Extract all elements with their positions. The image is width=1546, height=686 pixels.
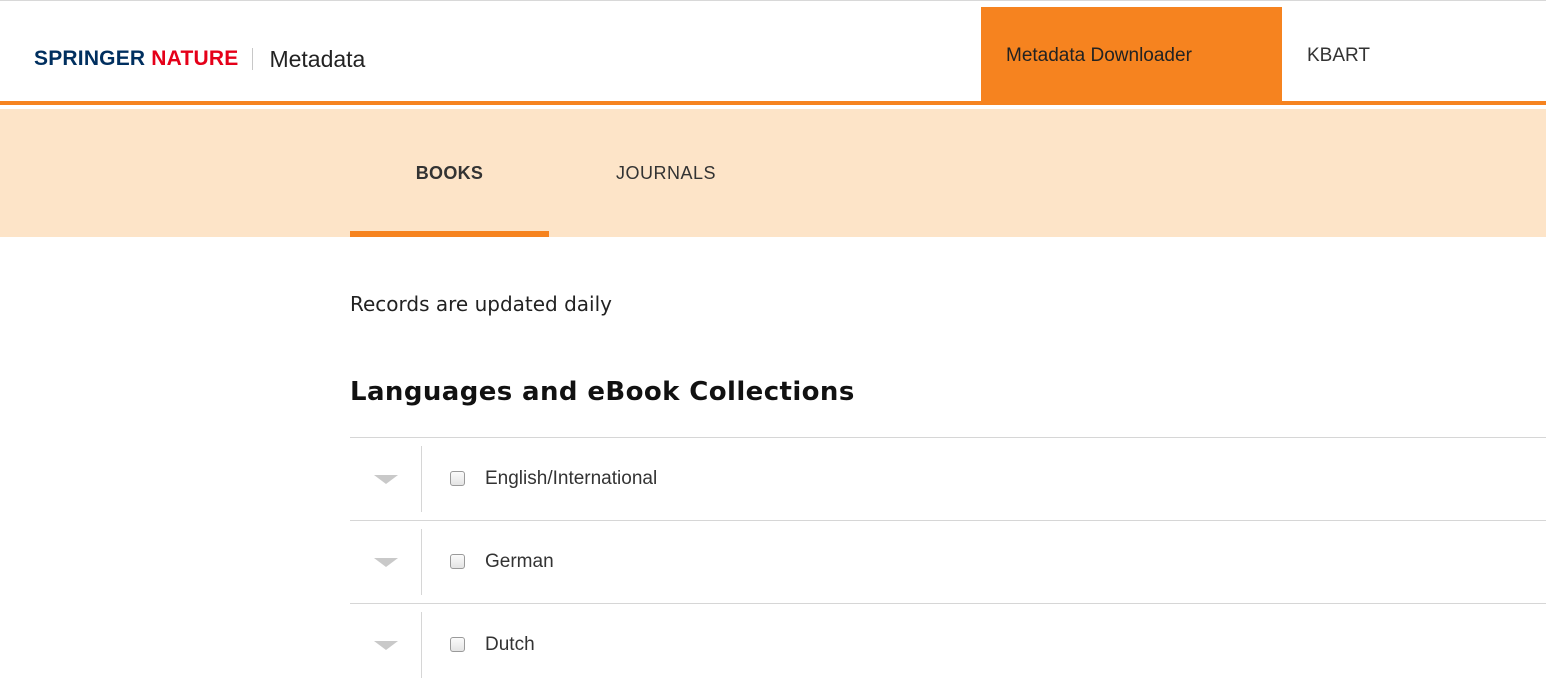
- chevron-down-icon: [373, 557, 398, 567]
- window-top-border: [0, 0, 1546, 7]
- collection-checkbox[interactable]: [450, 554, 465, 569]
- section-heading: Languages and eBook Collections: [350, 377, 855, 407]
- collection-row-dutch: Dutch: [350, 603, 1546, 686]
- collection-row-german: German: [350, 520, 1546, 603]
- nav-metadata-downloader[interactable]: Metadata Downloader: [981, 7, 1282, 105]
- collection-label[interactable]: German: [485, 551, 554, 573]
- top-navigation: Metadata Downloader KBART: [981, 7, 1395, 105]
- collection-checkbox[interactable]: [450, 471, 465, 486]
- expand-toggle[interactable]: [350, 612, 422, 678]
- brand-nature-text: NATURE: [151, 47, 239, 70]
- update-frequency-note: Records are updated daily: [350, 292, 613, 316]
- site-header: SPRINGER NATURE Metadata Metadata Downlo…: [0, 7, 1546, 105]
- collection-checkbox[interactable]: [450, 637, 465, 652]
- collection-label[interactable]: English/International: [485, 468, 657, 490]
- collection-row-english: English/International: [350, 437, 1546, 520]
- nav-kbart[interactable]: KBART: [1282, 7, 1395, 105]
- collection-label[interactable]: Dutch: [485, 634, 535, 656]
- chevron-down-icon: [373, 474, 398, 484]
- brand-springer-text: SPRINGER: [34, 47, 146, 70]
- active-tab-indicator: [350, 231, 549, 237]
- chevron-down-icon: [373, 640, 398, 650]
- content-type-tabs: BOOKS JOURNALS: [0, 109, 1546, 237]
- expand-toggle[interactable]: [350, 529, 422, 595]
- brand-divider: [252, 48, 254, 70]
- expand-toggle[interactable]: [350, 446, 422, 512]
- collection-list: English/International German Dutch: [350, 437, 1546, 686]
- tab-journals[interactable]: JOURNALS: [566, 109, 766, 237]
- brand-logo[interactable]: SPRINGER NATURE Metadata: [34, 44, 365, 74]
- tab-books[interactable]: BOOKS: [350, 109, 549, 237]
- site-section-name: Metadata: [269, 45, 366, 72]
